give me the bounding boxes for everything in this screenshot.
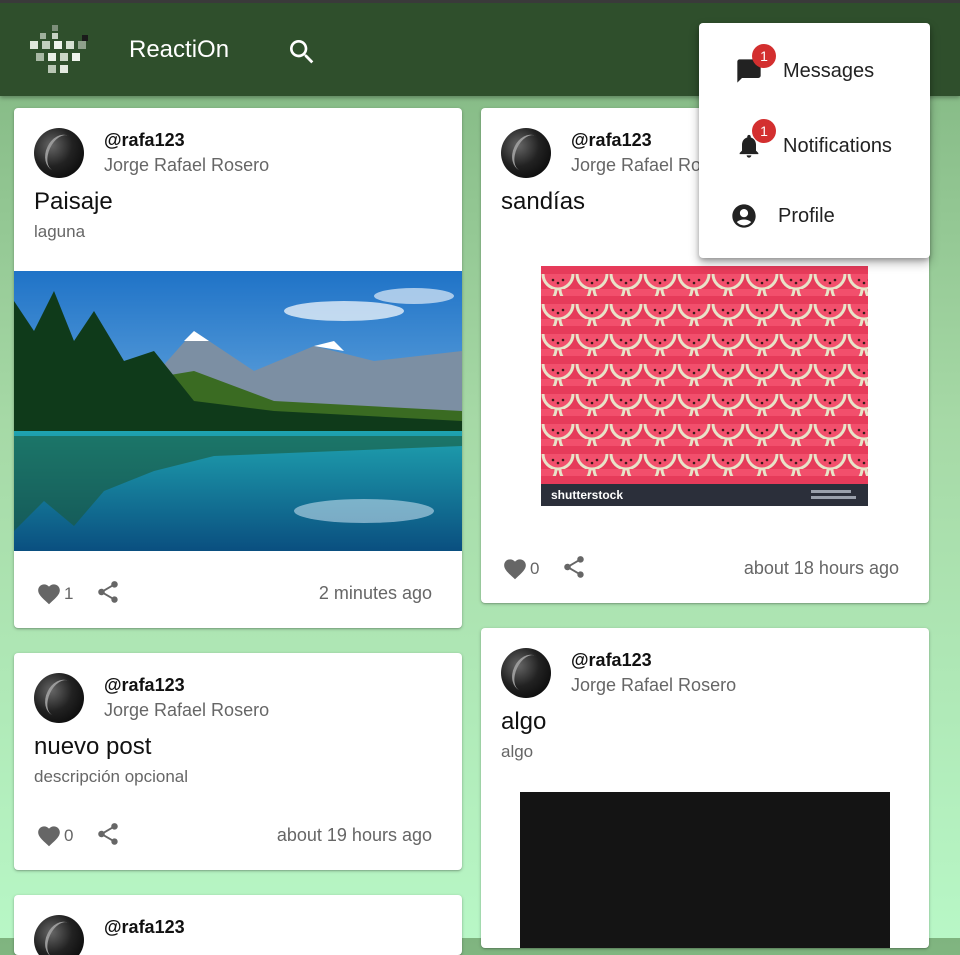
- heart-icon[interactable]: [36, 823, 62, 847]
- post-description: descripción opcional: [34, 767, 189, 786]
- post-title: sandías: [501, 188, 586, 215]
- post-title: algo: [501, 708, 547, 735]
- post-timestamp: about 18 hours ago: [743, 558, 899, 578]
- post-fullname: Jorge Rafael Rosero: [104, 155, 270, 175]
- heart-icon[interactable]: [36, 581, 62, 605]
- post-timestamp: 2 minutes ago: [318, 583, 432, 603]
- menu-label-notifications: Notifications: [783, 135, 892, 157]
- post-username[interactable]: @rafa123: [104, 917, 185, 938]
- post-card: @rafa123 Jorge Rafael Rosero Paisaje lag…: [14, 108, 462, 628]
- like-count: 0: [64, 826, 74, 845]
- post-fullname: Jorge Rafael Rosero: [104, 700, 270, 720]
- post-username[interactable]: @rafa123: [571, 650, 652, 671]
- menu-item-profile[interactable]: Profile: [699, 186, 930, 246]
- avatar[interactable]: [34, 128, 84, 178]
- avatar[interactable]: [34, 673, 84, 723]
- avatar[interactable]: [34, 915, 84, 955]
- post-description: algo: [501, 742, 534, 761]
- menu-item-messages[interactable]: 1 Messages: [699, 41, 930, 101]
- image-watermark: shutterstock: [551, 488, 623, 502]
- post-username[interactable]: @rafa123: [571, 130, 652, 151]
- avatar[interactable]: [501, 648, 551, 698]
- post-image[interactable]: [520, 792, 890, 948]
- post-username[interactable]: @rafa123: [104, 130, 185, 151]
- search-icon[interactable]: [286, 36, 318, 68]
- post-image[interactable]: shutterstock: [541, 266, 868, 506]
- post-title: Paisaje: [34, 188, 113, 215]
- menu-item-notifications[interactable]: 1 Notifications: [699, 116, 930, 176]
- account-circle-icon: [730, 202, 758, 230]
- post-image[interactable]: [14, 271, 462, 551]
- heart-icon[interactable]: [502, 556, 528, 580]
- menu-label-profile: Profile: [778, 205, 835, 227]
- post-description: laguna: [34, 222, 86, 241]
- share-icon[interactable]: [95, 579, 121, 605]
- pixel-logo-icon[interactable]: [30, 25, 94, 79]
- post-card: @rafa123 Jorge Rafael Rosero algo algo: [481, 628, 929, 948]
- app-title: ReactiOn: [129, 36, 230, 63]
- avatar[interactable]: [501, 128, 551, 178]
- like-count: 0: [530, 559, 540, 578]
- menu-label-messages: Messages: [783, 60, 875, 82]
- post-card: @rafa123: [14, 895, 462, 955]
- messages-badge: 1: [752, 44, 776, 68]
- post-timestamp: about 19 hours ago: [276, 825, 432, 845]
- post-fullname: Jorge Rafael Rosero: [571, 675, 737, 695]
- notifications-badge: 1: [752, 119, 776, 143]
- share-icon[interactable]: [95, 821, 121, 847]
- post-username[interactable]: @rafa123: [104, 675, 185, 696]
- like-count: 1: [64, 584, 74, 603]
- share-icon[interactable]: [561, 554, 587, 580]
- post-card: @rafa123 Jorge Rafael Rosero nuevo post …: [14, 653, 462, 870]
- post-title: nuevo post: [34, 733, 152, 760]
- user-menu: 1 Messages 1 Notifications Profile: [699, 23, 930, 258]
